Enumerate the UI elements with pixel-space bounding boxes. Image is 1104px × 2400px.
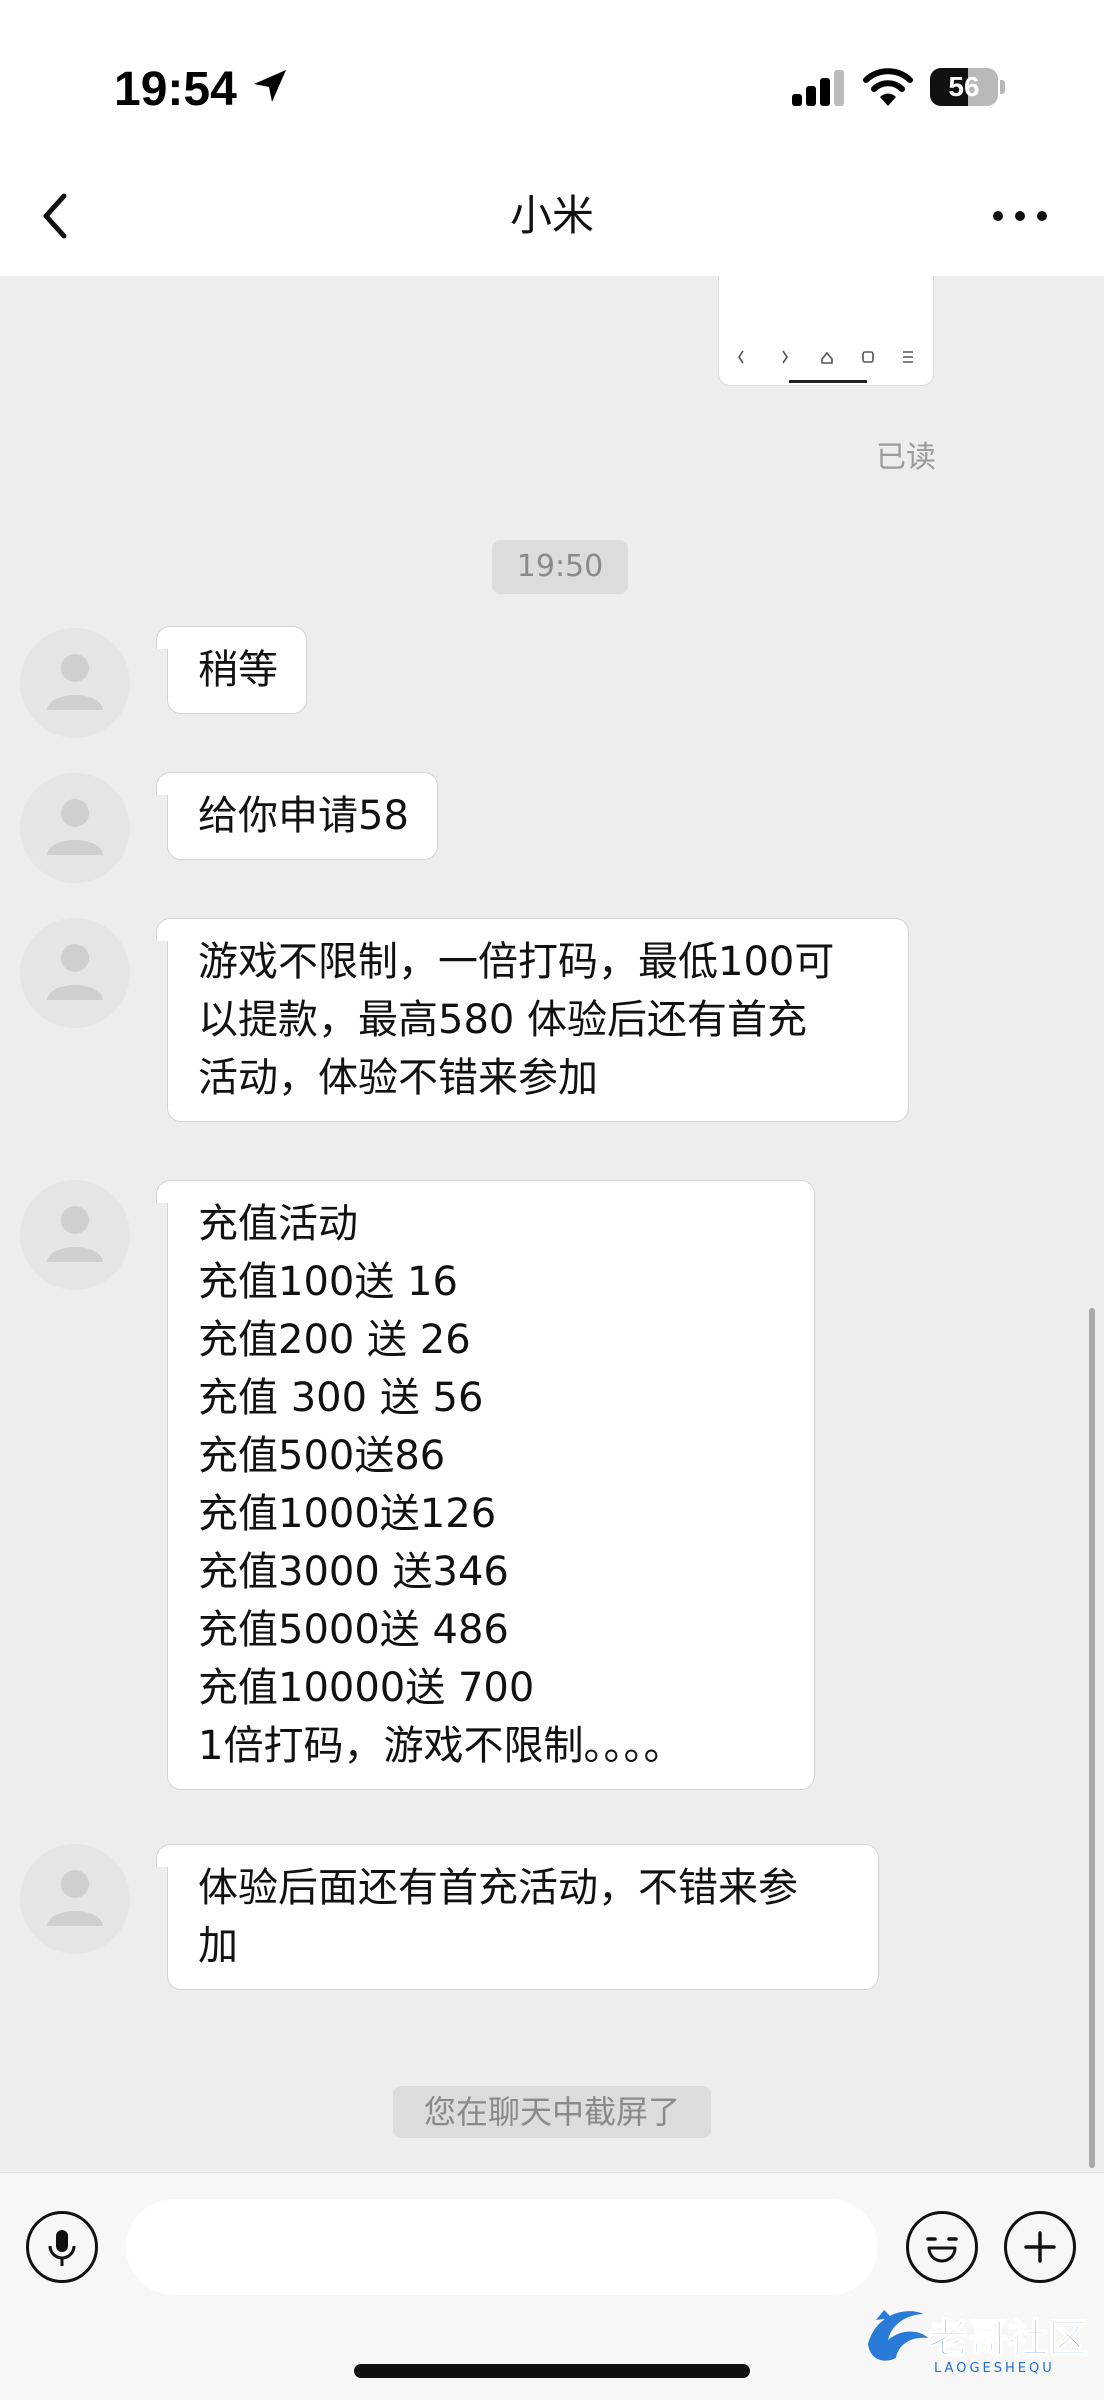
voice-input-button[interactable] (26, 2211, 98, 2283)
message-bubble[interactable]: 充值活动 充值100送 16 充值200 送 26 充值 300 送 56 充值… (156, 1180, 815, 1790)
message-input[interactable] (126, 2199, 878, 2295)
svg-text:老哥社区: 老哥社区 (928, 2316, 1088, 2362)
emoji-button[interactable] (906, 2211, 978, 2283)
smile-icon (926, 2237, 958, 2263)
chat-title: 小米 (509, 191, 594, 240)
chat-area[interactable]: 已读 19:50 稍等 给你申请58 游戏不限制，一倍打码，最低100可 以提款… (0, 276, 1104, 2172)
contact-avatar[interactable] (20, 773, 130, 883)
image-thumbnail-nav-icons (738, 350, 913, 364)
screenshot-notice: 您在聊天中截屏了 (393, 2086, 711, 2138)
scrollbar[interactable] (1089, 1308, 1095, 2168)
contact-avatar[interactable] (20, 628, 130, 738)
add-attachment-button[interactable] (1004, 2211, 1076, 2283)
status-bar: 19:54 56 (0, 0, 1104, 160)
microphone-icon (48, 2230, 76, 2266)
message-bubble[interactable]: 体验后面还有首充活动，不错来参 加 (156, 1844, 879, 1990)
status-time: 19:54 (114, 63, 237, 116)
sent-image-message[interactable] (718, 276, 934, 386)
contact-avatar[interactable] (20, 1180, 130, 1290)
contact-avatar[interactable] (20, 1844, 130, 1954)
person-icon (47, 654, 103, 710)
person-icon (47, 944, 103, 1000)
message-bubble[interactable]: 给你申请58 (156, 772, 438, 860)
battery-indicator: 56 (930, 68, 1006, 106)
read-status: 已读 (876, 440, 936, 475)
person-icon (47, 799, 103, 855)
person-icon (47, 1870, 103, 1926)
timestamp-chip: 19:50 (492, 540, 628, 594)
nav-bar: 小米 (0, 160, 1104, 276)
back-button[interactable] (30, 180, 86, 252)
wifi-icon (863, 68, 913, 106)
more-dots-icon[interactable] (990, 196, 1050, 236)
watermark-logo: 老哥社区 LAOGESHEQU (868, 2310, 1089, 2376)
battery-level: 56 (948, 71, 980, 102)
cellular-signal-icon (792, 70, 844, 106)
contact-avatar[interactable] (20, 918, 130, 1028)
message-bubble[interactable]: 游戏不限制，一倍打码，最低100可 以提款，最高580 体验后还有首充 活动，体… (156, 918, 909, 1122)
home-indicator[interactable] (354, 2364, 750, 2378)
message-bubble[interactable]: 稍等 (156, 626, 307, 714)
location-arrow-icon (254, 70, 286, 102)
person-icon (47, 1206, 103, 1262)
svg-text:LAOGESHEQU: LAOGESHEQU (934, 2361, 1055, 2376)
plus-icon (1024, 2231, 1056, 2263)
